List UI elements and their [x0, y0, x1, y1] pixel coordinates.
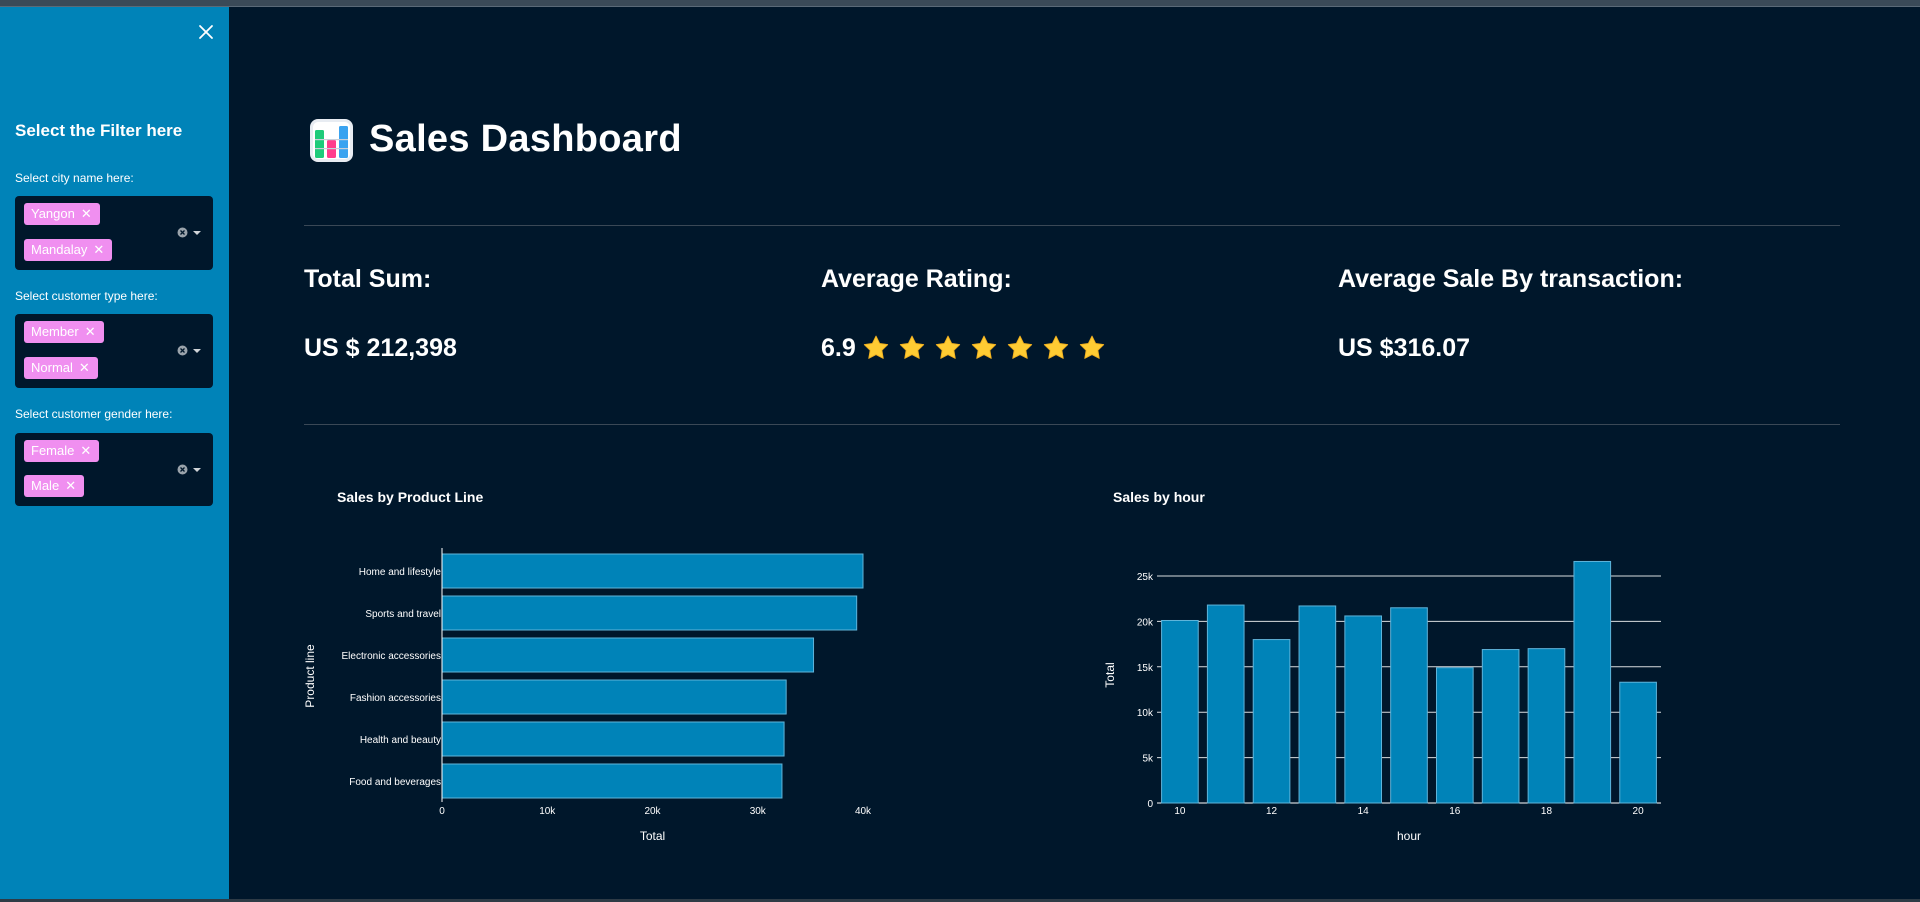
y-tick-label: Home and lifestyle	[359, 567, 442, 578]
close-icon[interactable]	[197, 23, 215, 41]
x-tick-label: 20k	[644, 806, 661, 817]
clear-selection-icon[interactable]	[177, 464, 188, 475]
tag-label: Member	[31, 324, 79, 339]
gender-filter-label: Select customer gender here:	[15, 407, 173, 421]
x-tick-label: 12	[1266, 806, 1278, 817]
x-tick-label: 20	[1633, 806, 1645, 817]
tag-gender-female: Female ✕	[24, 440, 100, 462]
bar	[1298, 605, 1337, 804]
chart-product-line[interactable]: Home and lifestyle Sports and travel Elect…	[300, 540, 900, 850]
star-icon	[1043, 335, 1069, 359]
metric-avg-sale-label: Average Sale By transaction:	[1338, 265, 1684, 293]
y-axis-title: Product line	[303, 644, 317, 708]
bar	[1390, 607, 1428, 804]
tag-remove-icon[interactable]: ✕	[93, 242, 104, 257]
tag-remove-icon[interactable]: ✕	[85, 324, 96, 339]
tag-city-yangon: Yangon ✕	[24, 203, 100, 225]
star-icon	[863, 335, 889, 359]
page-title: Sales Dashboard	[369, 118, 682, 160]
y-tick-label: Electronic accessories	[342, 651, 441, 662]
metric-avg-rating-label: Average Rating:	[821, 265, 1012, 293]
dropdown-caret-icon[interactable]	[193, 468, 201, 472]
y-tick-label: 5k	[1142, 754, 1154, 765]
y-tick-label: Food and beverages	[349, 777, 441, 788]
dropdown-caret-icon[interactable]	[193, 231, 201, 235]
bar	[1573, 560, 1612, 804]
y-tick-label: 25k	[1137, 572, 1154, 583]
chart-product-line-title: Sales by Product Line	[337, 489, 484, 505]
x-tick-label: 16	[1449, 806, 1461, 817]
bar	[1206, 604, 1245, 804]
bar	[1344, 615, 1383, 804]
y-tick-label: Health and beauty	[360, 735, 441, 746]
metric-total-sum-label: Total Sum:	[304, 265, 432, 293]
y-tick-label: 15k	[1137, 663, 1154, 674]
x-tick-label: 10	[1174, 806, 1186, 817]
y-tick-label: Fashion accessories	[350, 693, 441, 704]
divider-bottom	[304, 424, 1840, 425]
divider-top	[304, 225, 1840, 226]
city-filter-label: Select city name here:	[15, 171, 134, 185]
x-axis-title: Total	[640, 829, 665, 843]
bar	[1435, 667, 1474, 804]
city-multiselect[interactable]: Yangon ✕ Mandalay ✕	[15, 196, 213, 270]
tag-city-mandalay: Mandalay ✕	[24, 239, 113, 261]
bar	[441, 553, 864, 589]
clear-selection-icon[interactable]	[177, 345, 188, 356]
y-axis-title: Total	[1103, 662, 1117, 687]
chart-hour-title: Sales by hour	[1113, 489, 1205, 505]
chart-hour[interactable]: 0 5k 10k 15k 20k 25k 10 12 14 16 18 20 hour Total	[1090, 540, 1690, 850]
metric-total-sum-value: US $ 212,398	[304, 334, 457, 362]
x-tick-label: 10k	[539, 806, 556, 817]
bar	[441, 637, 815, 673]
y-tick-label: 0	[1147, 799, 1153, 810]
tag-remove-icon[interactable]: ✕	[79, 360, 90, 375]
x-tick-label: 40k	[855, 806, 872, 817]
bar	[1619, 681, 1657, 804]
y-tick-label: 10k	[1137, 708, 1154, 719]
tag-label: Yangon	[31, 206, 75, 221]
clear-selection-icon[interactable]	[177, 227, 188, 238]
bar	[1252, 639, 1291, 804]
tag-remove-icon[interactable]: ✕	[81, 206, 92, 221]
tag-remove-icon[interactable]: ✕	[80, 443, 91, 458]
dropdown-caret-icon[interactable]	[193, 349, 201, 353]
customer-type-filter-label: Select customer type here:	[15, 289, 158, 303]
x-tick-label: 30k	[750, 806, 767, 817]
tag-label: Normal	[31, 360, 73, 375]
gender-multiselect[interactable]: Female ✕ Male ✕	[15, 433, 213, 506]
sidebar: Select the Filter here Select city name …	[0, 7, 229, 902]
tag-label: Mandalay	[31, 242, 88, 257]
bar	[1527, 648, 1566, 804]
tag-gender-male: Male ✕	[24, 475, 85, 497]
star-icon	[899, 335, 925, 359]
bar	[1161, 619, 1199, 804]
tag-type-member: Member ✕	[24, 321, 104, 343]
x-tick-label: 0	[439, 806, 445, 817]
star-icon	[971, 335, 997, 359]
x-axis-title: hour	[1397, 829, 1421, 843]
star-icon	[935, 335, 961, 359]
bar	[441, 595, 858, 631]
star-icon	[1079, 335, 1105, 359]
x-tick-label: 14	[1358, 806, 1370, 817]
metric-avg-sale-value: US $316.07	[1338, 334, 1471, 362]
bar-chart-icon	[310, 119, 353, 162]
customer-type-multiselect[interactable]: Member ✕ Normal ✕	[15, 314, 213, 388]
tag-type-normal: Normal ✕	[24, 357, 98, 379]
sidebar-title: Select the Filter here	[15, 121, 183, 140]
x-tick-label: 18	[1541, 806, 1553, 817]
tag-label: Female	[31, 443, 75, 458]
bar	[441, 679, 787, 715]
bar	[441, 721, 785, 757]
star-icon	[1007, 335, 1033, 359]
tag-label: Male	[31, 478, 60, 493]
bar	[441, 763, 783, 799]
tag-remove-icon[interactable]: ✕	[65, 478, 76, 493]
y-tick-label: 20k	[1137, 617, 1154, 628]
y-tick-label: Sports and travel	[365, 609, 441, 620]
metric-avg-rating-value: 6.9	[821, 334, 856, 362]
bar	[1481, 649, 1520, 804]
window-top-border-highlight	[0, 6, 1920, 7]
